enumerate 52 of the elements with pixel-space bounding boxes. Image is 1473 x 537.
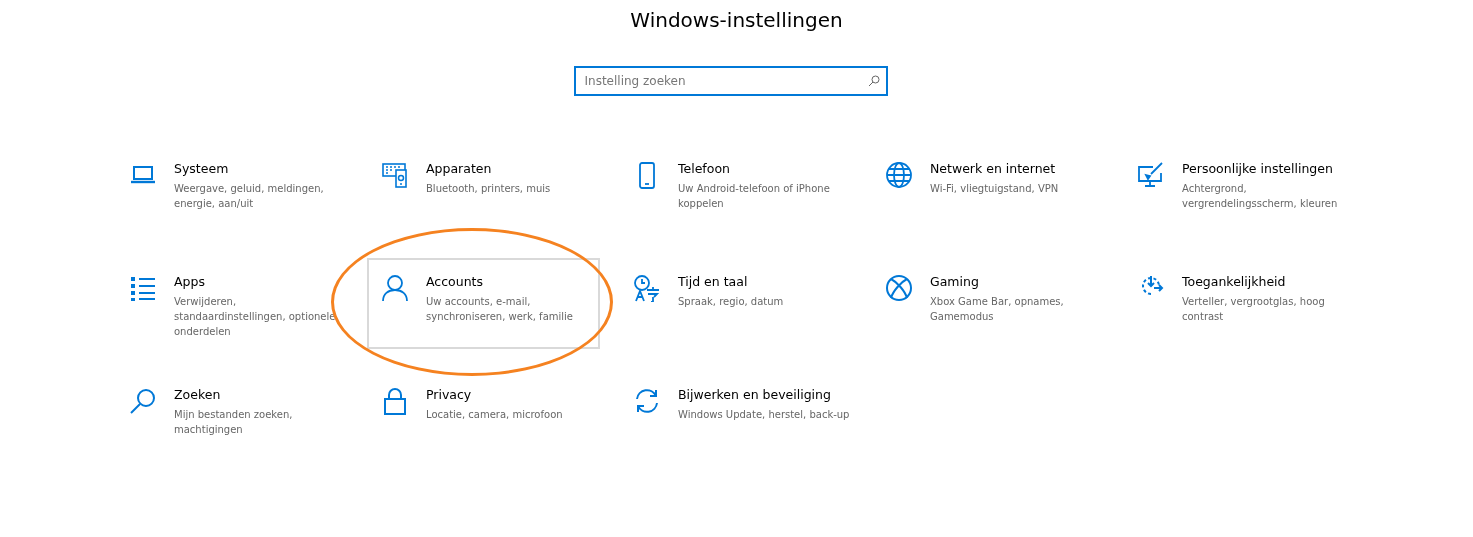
tile-description: Verteller, vergrootglas, hoog contrast	[1182, 295, 1326, 324]
tile-title: Systeem	[174, 161, 230, 177]
tile-description: Achtergrond, vergrendelingsscherm, kleuren	[1182, 182, 1339, 211]
tile-title: Persoonlijke instellingen	[1182, 161, 1334, 177]
tile-description: Weergave, geluid, meldingen, energie, aan/uit	[174, 182, 325, 211]
keyboard-speaker-icon	[381, 161, 409, 189]
settings-tile[interactable]: Gaming Xbox Game Bar, opnames, Gamemodus	[871, 258, 1104, 349]
tile-description: Windows Update, herstel, back-up	[678, 408, 850, 422]
tile-title: Bijwerken en beveiliging	[678, 387, 832, 403]
settings-tile[interactable]: Zoeken Mijn bestanden zoeken, machtigingen	[115, 371, 348, 462]
settings-tile[interactable]: Tijd en taal Spraak, regio, datum	[619, 258, 852, 349]
tile-title: Netwerk en internet	[930, 161, 1057, 177]
tile-description: Uw accounts, e-mail, synchroniseren, werk, familie	[426, 295, 574, 324]
settings-tile[interactable]: Apps Verwijderen, standaardinstellingen, optionele onderdelen	[115, 258, 348, 349]
tile-description: Verwijderen, standaardinstellingen, optionele onderdelen	[174, 295, 337, 339]
tile-description: Wi-Fi, vliegtuigstand, VPN	[930, 182, 1059, 196]
tile-title: Apps	[174, 274, 206, 290]
tile-title: Apparaten	[426, 161, 493, 177]
tile-title: Tijd en taal	[678, 274, 749, 290]
tile-title: Toegankelijkheid	[1182, 274, 1287, 290]
settings-tile[interactable]: Systeem Weergave, geluid, meldingen, energie, aan/uit	[115, 145, 348, 236]
list-icon	[129, 274, 157, 302]
settings-tile[interactable]: Toegankelijkheid Verteller, vergrootglas, hoog contrast	[1123, 258, 1356, 349]
person-icon	[381, 274, 409, 302]
tile-description: Uw Android-telefoon of iPhone koppelen	[678, 182, 831, 211]
clock-language-icon	[633, 274, 661, 302]
tile-description: Xbox Game Bar, opnames, Gamemodus	[930, 295, 1065, 324]
tile-title: Accounts	[426, 274, 484, 290]
globe-icon	[885, 161, 913, 189]
settings-tile[interactable]: Persoonlijke instellingen Achtergrond, vergrendelingsscherm, kleuren	[1123, 145, 1356, 236]
settings-tile[interactable]: Bijwerken en beveiliging Windows Update, herstel, back-up	[619, 371, 852, 462]
monitor-brush-icon	[1137, 161, 1165, 189]
tile-description: Mijn bestanden zoeken, machtigingen	[174, 408, 294, 437]
tile-title: Gaming	[930, 274, 980, 290]
tile-title: Telefoon	[678, 161, 731, 177]
settings-tile[interactable]: Apparaten Bluetooth, printers, muis	[367, 145, 600, 236]
tile-title: Zoeken	[174, 387, 222, 403]
search-icon	[129, 387, 157, 415]
window-title: Windows-instellingen	[629, 7, 844, 34]
search-field[interactable]: Instelling zoeken	[573, 66, 888, 96]
settings-tile[interactable]: Telefoon Uw Android-telefoon of iPhone koppelen	[619, 145, 852, 236]
search-icon	[867, 75, 880, 87]
sync-icon	[633, 387, 661, 415]
xbox-icon	[885, 274, 913, 302]
tile-description: Locatie, camera, microfoon	[426, 408, 563, 422]
settings-tile[interactable]: Netwerk en internet Wi-Fi, vliegtuigstand, VPN	[871, 145, 1104, 236]
tile-description: Spraak, regio, datum	[678, 295, 784, 309]
settings-tile[interactable]: Privacy Locatie, camera, microfoon	[367, 371, 600, 462]
settings-tile[interactable]: Accounts Uw accounts, e-mail, synchroniseren, werk, familie	[367, 258, 600, 349]
padlock-icon	[381, 387, 409, 415]
tile-description: Bluetooth, printers, muis	[426, 182, 551, 196]
tile-title: Privacy	[426, 387, 473, 403]
